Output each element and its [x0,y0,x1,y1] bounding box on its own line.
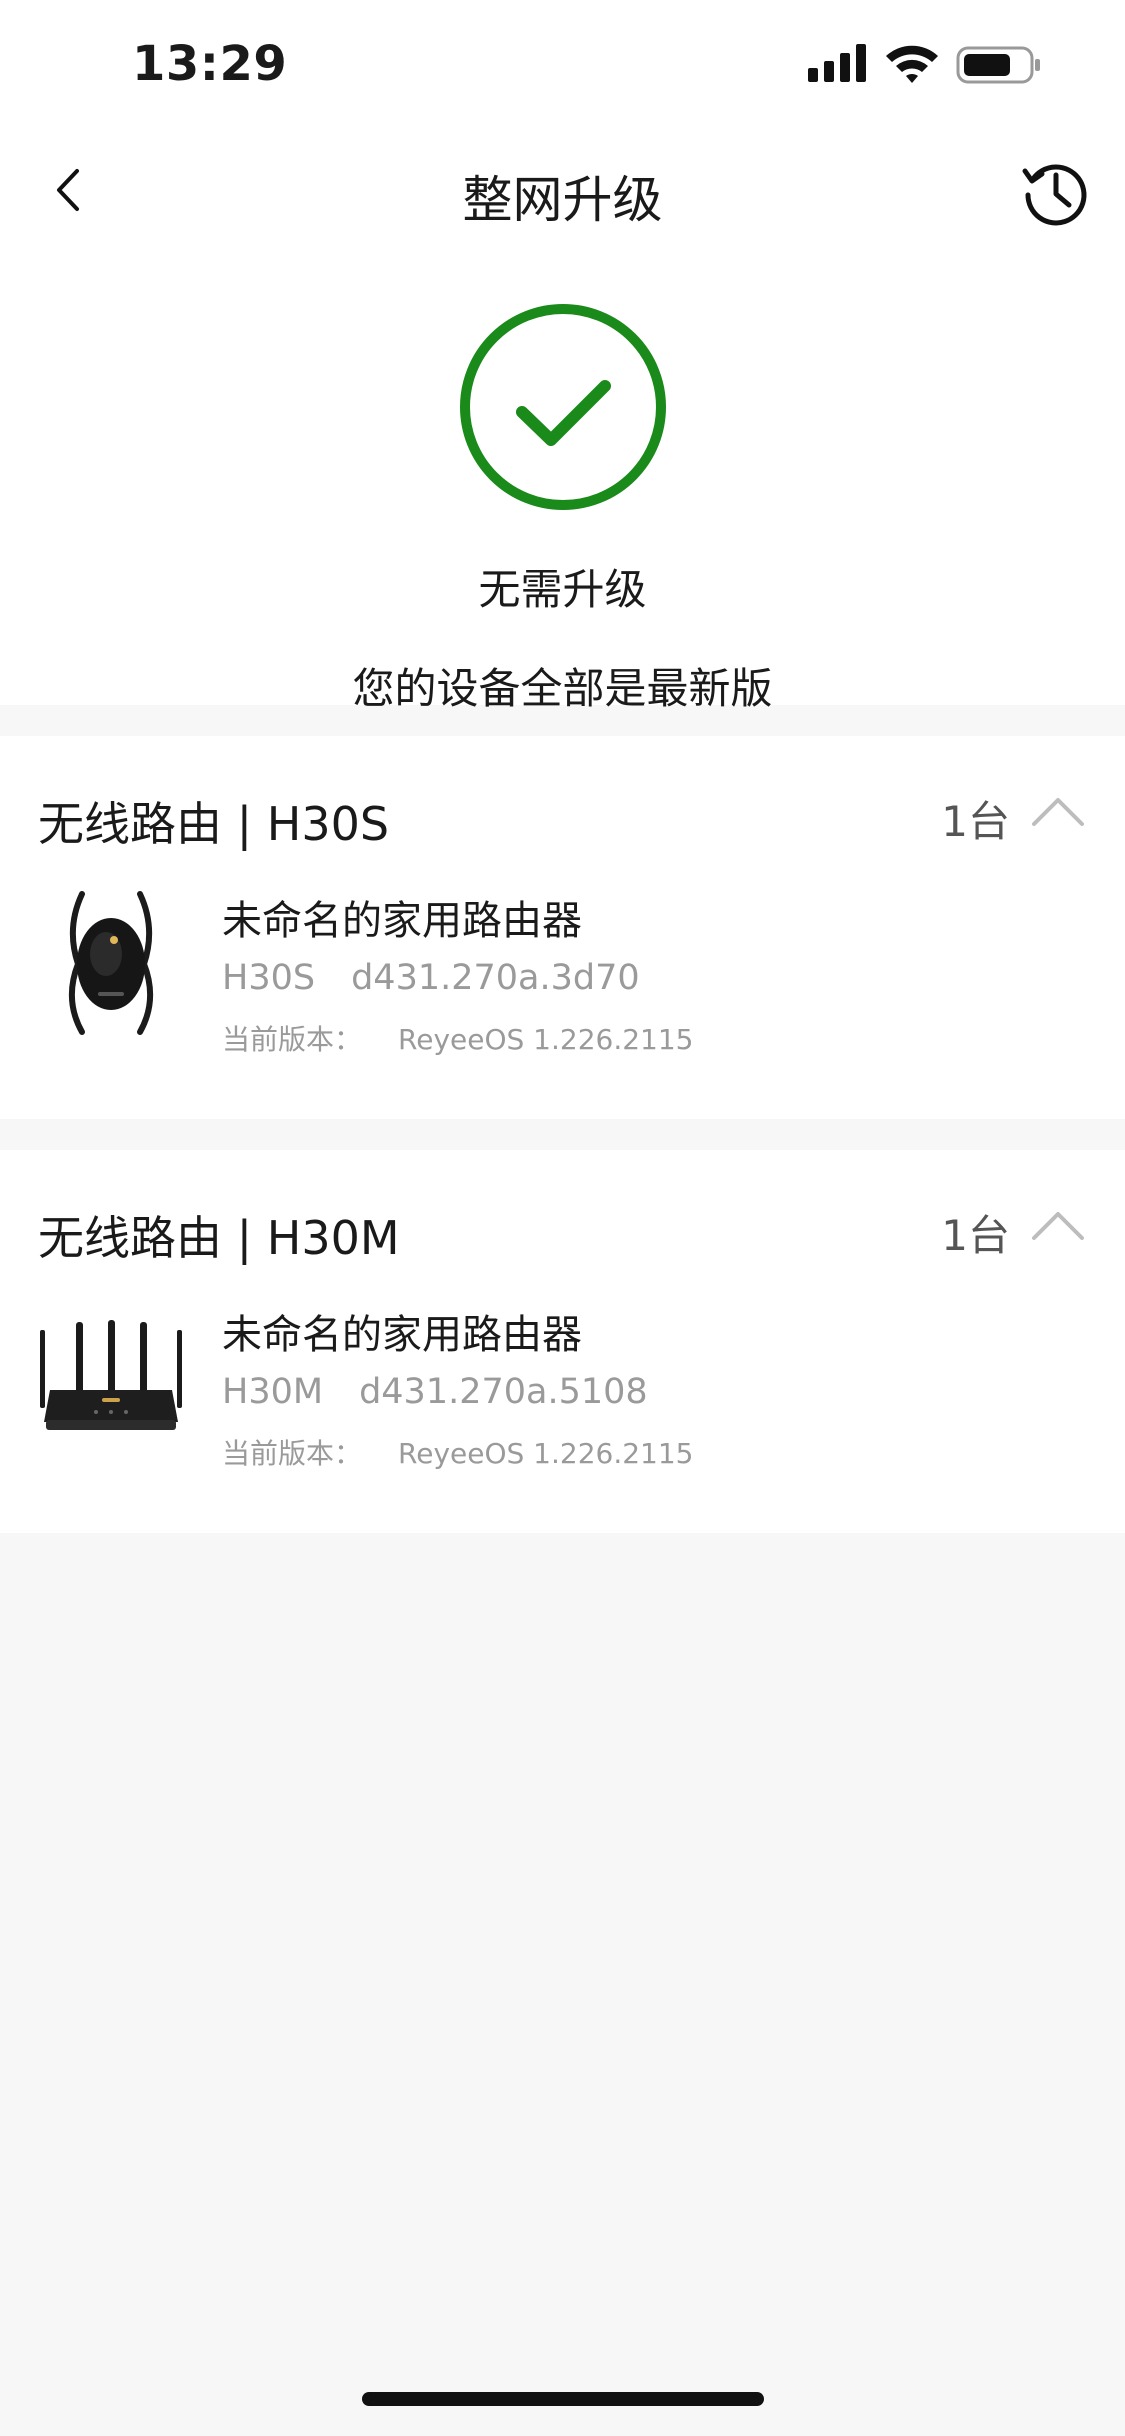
router-image [40,1320,182,1430]
firmware-version: ReyeeOS 1.226.2115 [398,1023,694,1056]
device-version-line: 当前版本： ReyeeOS 1.226.2115 [222,1432,694,1472]
signal-icon [808,44,866,82]
battery-icon [956,46,1040,84]
version-label: 当前版本： [222,1023,363,1056]
mesh-router-image [68,891,154,1035]
history-icon [1022,164,1087,226]
device-model-line: H30S d431.270a.3d70 [222,958,640,998]
device-model: H30S [222,958,316,998]
device-model: H30M [222,1372,324,1412]
device-version-line: 当前版本： ReyeeOS 1.226.2115 [222,1018,694,1058]
device-group-card: 无线路由 | H30M 1台 未命名的家用路由器 H30M d431.270a.5… [0,1150,1125,1533]
device-name: 未命名的家用路由器 [222,898,582,944]
chevron-up-icon[interactable] [1031,1210,1085,1242]
upgrade-status: 无需升级 您的设备全部是最新版 [0,300,1125,716]
device-name: 未命名的家用路由器 [222,1312,582,1358]
device-count: 1台 [941,797,1010,846]
firmware-version: ReyeeOS 1.226.2115 [398,1437,694,1470]
status-subtitle: 您的设备全部是最新版 [352,664,773,713]
status-title: 无需升级 [478,565,647,614]
device-count: 1台 [941,1211,1010,1260]
device-group-title: 无线路由 | H30M [38,1211,400,1265]
status-time: 13:29 [132,36,288,92]
nav-bar: 整网升级 [0,132,1125,252]
check-circle-icon [459,304,666,510]
upgrade-history-button[interactable] [1016,152,1096,232]
device-serial: d431.270a.3d70 [351,958,640,998]
chevron-up-icon[interactable] [1031,796,1085,828]
device-model-line: H30M d431.270a.5108 [222,1372,648,1412]
page-title: 整网升级 [462,171,663,229]
home-indicator [362,2392,764,2406]
device-group-card: 无线路由 | H30S 1台 未命名的家用路由器 H30S d431.270a.3… [0,736,1125,1119]
device-group-title: 无线路由 | H30S [38,797,390,851]
status-bar: 13:29 [0,0,1125,132]
wifi-icon [886,45,938,83]
version-label: 当前版本： [222,1437,363,1470]
device-serial: d431.270a.5108 [359,1372,648,1412]
